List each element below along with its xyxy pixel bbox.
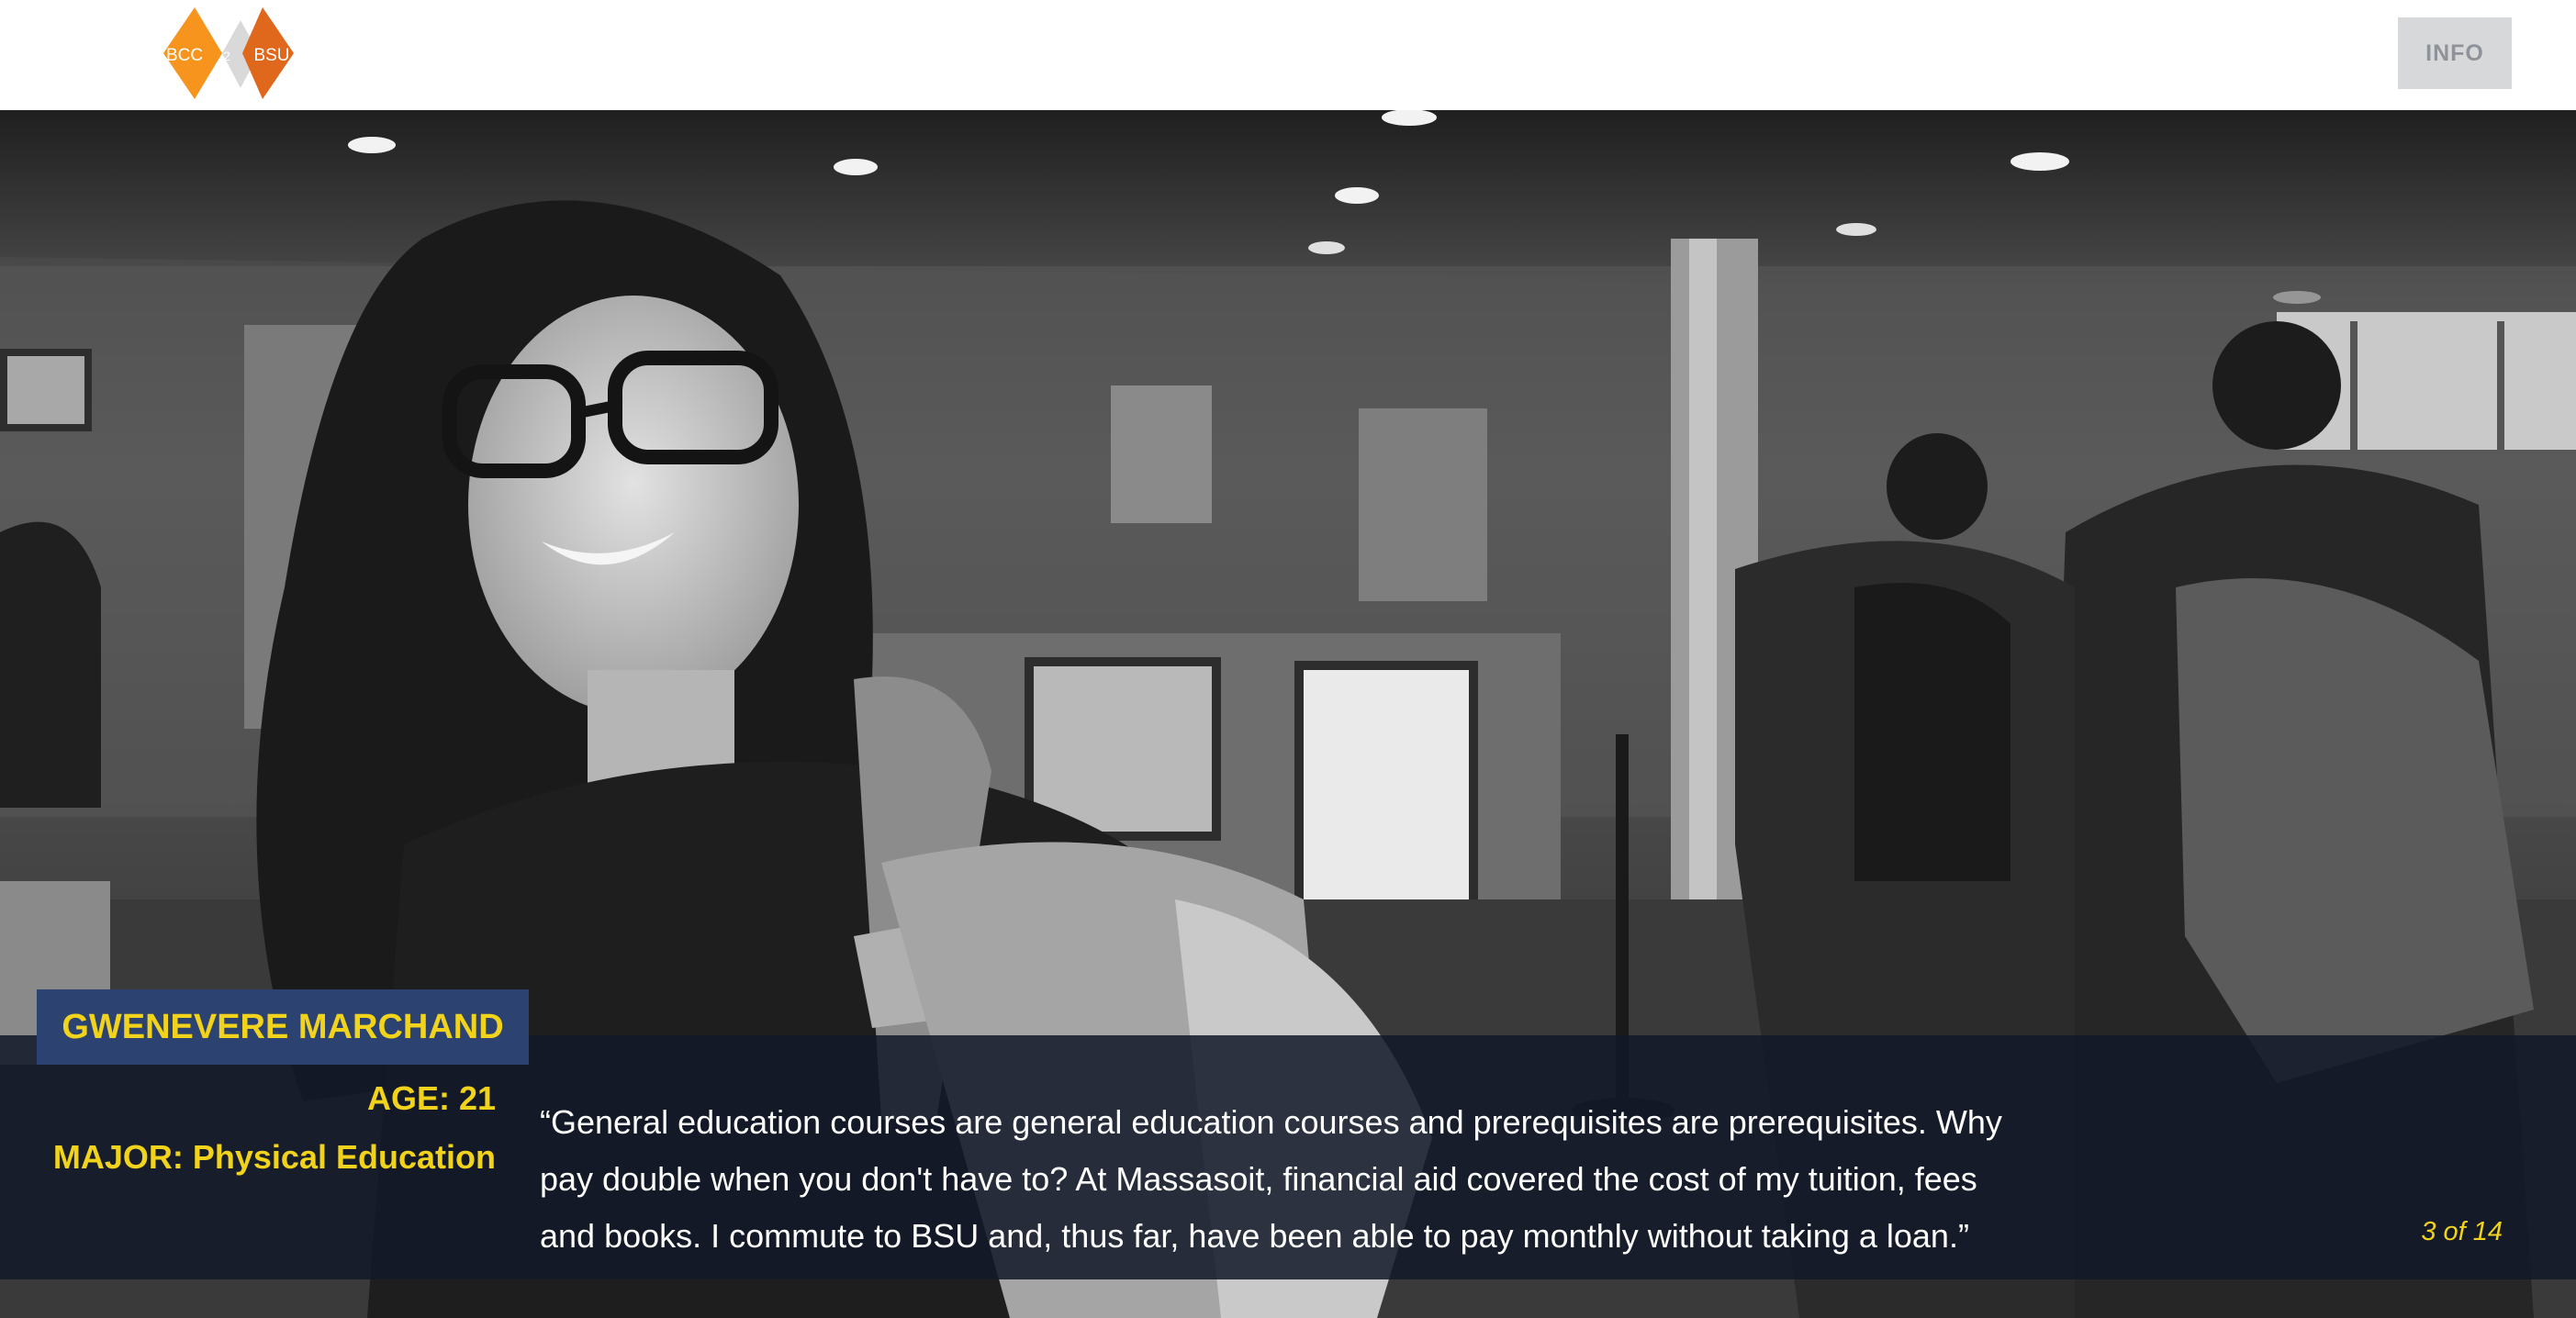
student-quote: “General education courses are general e…: [540, 1103, 2002, 1255]
student-major: MAJOR: Physical Education: [52, 1138, 496, 1176]
info-button[interactable]: INFO: [2398, 17, 2512, 89]
student-age: AGE: 21: [366, 1079, 496, 1117]
bcc2bsu-logo[interactable]: BCC 2 BSU: [152, 6, 305, 101]
logo-text-left: BCC: [166, 46, 203, 65]
site-header: BCC 2 BSU INFO: [0, 0, 2576, 110]
slide-counter: 3 of 14: [2421, 1217, 2503, 1246]
logo-text-middle: 2: [223, 49, 230, 63]
student-name: GWENEVERE MARCHAND: [37, 989, 529, 1065]
logo-text-right: BSU: [253, 46, 289, 65]
student-meta: AGE: 21 MAJOR: Physical Education: [53, 1069, 496, 1187]
